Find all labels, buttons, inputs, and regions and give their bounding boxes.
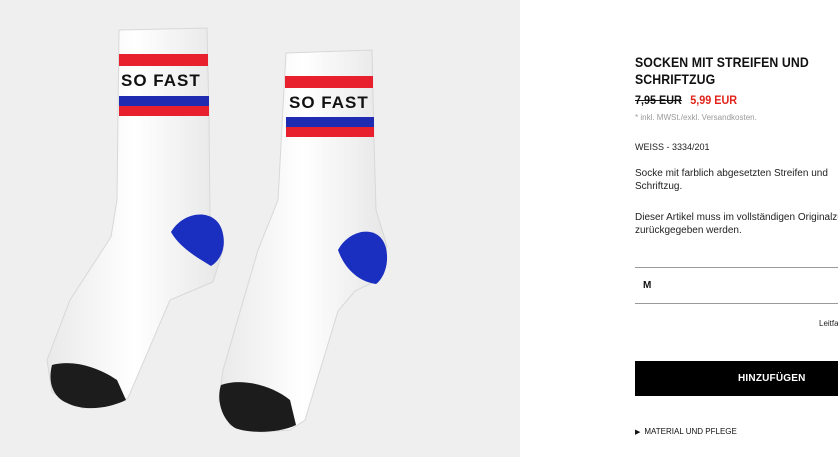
product-description: Socke mit farblich abgesetzten Streifen … [635, 168, 828, 192]
material-care-toggle[interactable]: ▶ MATERIAL UND PFLEGE [635, 427, 737, 436]
left-sock-text: SO FAST [121, 71, 201, 90]
size-selected-value: M [643, 280, 652, 291]
caret-right-icon: ▶ [635, 429, 641, 436]
add-to-cart-label: HINZUFÜGEN [738, 373, 806, 384]
right-sock: SO FAST [218, 49, 388, 433]
return-note: Dieser Artikel muss im vollständigen Ori… [635, 212, 838, 236]
price-block: 7,95 EUR 5,99 EUR [635, 93, 737, 107]
size-select[interactable]: M [635, 267, 838, 304]
tax-note: * inkl. MWSt./exkl. Versandkosten. [635, 113, 757, 122]
material-care-label: MATERIAL UND PFLEGE [644, 427, 737, 436]
product-info-panel: SOCKEN MIT STREIFEN UND SCHRIFTZUG 7,95 … [635, 0, 838, 457]
sale-price: 5,99 EUR [690, 93, 738, 107]
add-to-cart-button[interactable]: HINZUFÜGEN [635, 361, 838, 396]
product-image[interactable]: SO FAST SO FAST [0, 0, 520, 457]
size-guide-link[interactable]: Leitfaden [819, 319, 838, 328]
left-sock: SO FAST [46, 27, 224, 409]
product-title: SOCKEN MIT STREIFEN UND SCHRIFTZUG [635, 54, 809, 87]
socks-photo: SO FAST SO FAST [46, 27, 388, 433]
old-price: 7,95 EUR [635, 93, 682, 107]
right-sock-text: SO FAST [289, 93, 369, 112]
variant-code: WEISS - 3334/201 [635, 142, 710, 152]
